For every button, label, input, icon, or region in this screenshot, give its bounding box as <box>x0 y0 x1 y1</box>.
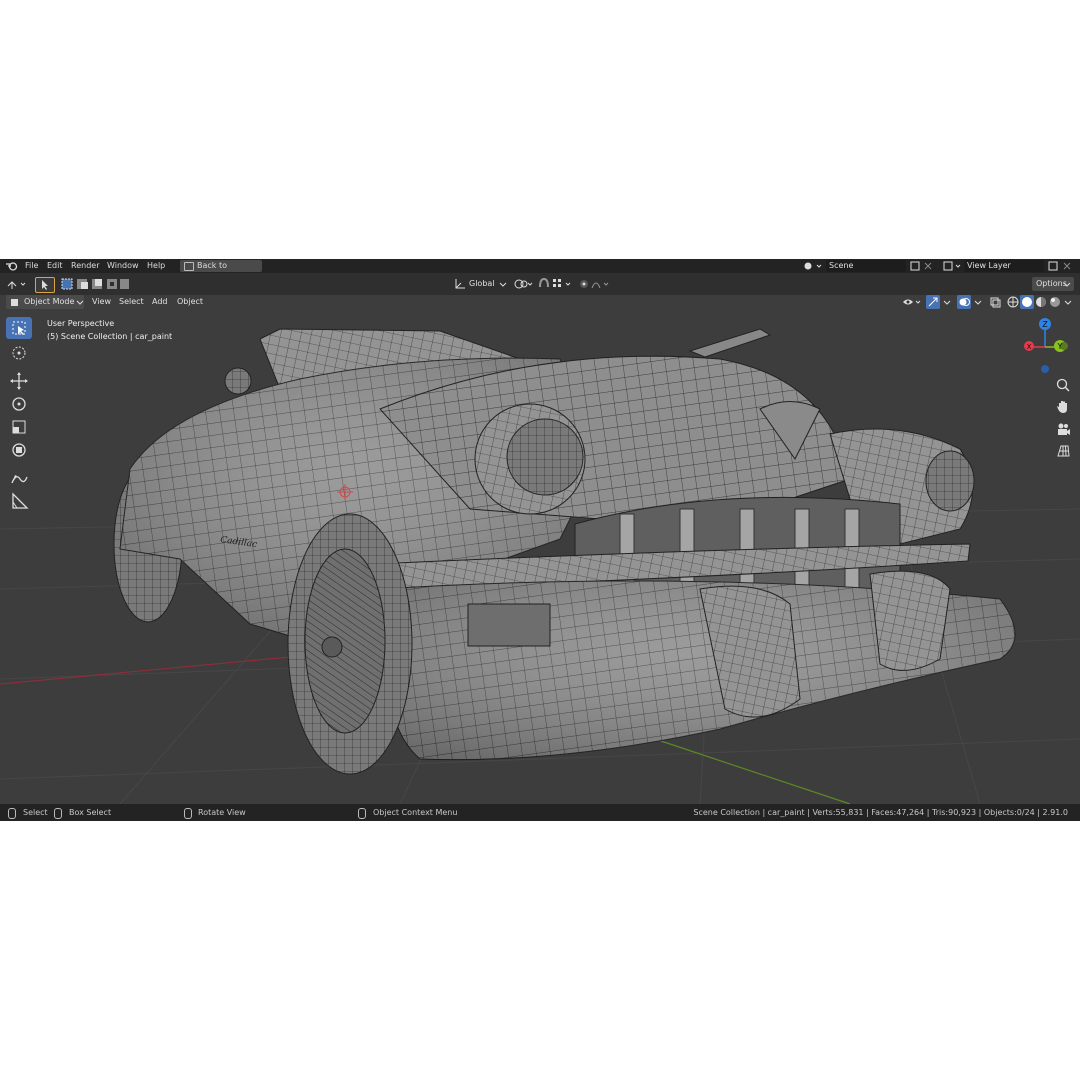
camera-icon <box>1058 423 1070 435</box>
gizmo-y-label: Y <box>1057 342 1063 351</box>
select-tool[interactable] <box>6 317 32 339</box>
object-mode-dropdown[interactable]: Object Mode <box>6 295 84 309</box>
viewport-header: Object Mode View Select Add Object <box>0 295 1080 309</box>
cursor-icon <box>12 346 26 360</box>
transform-icon <box>12 443 26 457</box>
cursor-tool[interactable] <box>6 342 32 364</box>
move-icon <box>10 372 28 390</box>
gizmo-x-label: X <box>1027 343 1032 351</box>
transform-tool[interactable] <box>6 439 32 461</box>
overlay-toggle[interactable] <box>957 295 971 309</box>
mouse-left-icon <box>8 808 16 819</box>
top-menu-bar: File Edit Render Window Help Back to Pre… <box>0 259 1080 282</box>
transform-orientation-icon <box>455 279 465 289</box>
hand-icon <box>1057 401 1067 413</box>
y-axis-line <box>639 733 851 805</box>
rotate-tool[interactable] <box>6 393 32 415</box>
scene-new-icon[interactable] <box>910 261 936 271</box>
rotate-icon <box>12 397 26 411</box>
move-tool[interactable] <box>6 370 32 392</box>
perspective-label: User Perspective <box>47 319 115 328</box>
scene-field[interactable]: Scene <box>826 260 906 272</box>
transform-orientation-value[interactable]: Global <box>469 277 495 291</box>
zoom-button[interactable] <box>1054 376 1072 394</box>
collection-label: (5) Scene Collection | car_paint <box>47 332 173 341</box>
menu-help[interactable]: Help <box>147 259 165 273</box>
status-context-menu: Object Context Menu <box>373 808 458 817</box>
object-mode-icon <box>11 299 18 306</box>
cursor-arrow-icon <box>42 280 48 290</box>
navigation-gizmo[interactable]: Z Y X <box>1018 317 1074 377</box>
shading-render-icon[interactable] <box>1048 295 1062 309</box>
back-to-previous-button[interactable]: Back to Previous <box>180 260 262 282</box>
back-icon <box>184 262 194 271</box>
menu-view[interactable]: View <box>92 295 111 309</box>
overlay-icon <box>959 298 970 306</box>
annotate-tool[interactable] <box>6 467 32 489</box>
mouse-left-icon <box>54 808 62 819</box>
view-layer-name: View Layer <box>967 261 1011 270</box>
annotate-icon <box>11 475 28 484</box>
blender-logo[interactable] <box>6 261 18 271</box>
select-tool-icon <box>12 321 26 335</box>
gizmo-icon <box>928 297 938 307</box>
scale-icon <box>12 420 26 434</box>
zoom-icon <box>1056 378 1070 392</box>
menu-add[interactable]: Add <box>152 295 168 309</box>
blender-window: Cadillac User Perspective (5) Scene Coll… <box>0 259 1080 821</box>
pan-button[interactable] <box>1054 398 1072 416</box>
selection-mode-icons <box>61 278 129 290</box>
menu-render[interactable]: Render <box>71 259 99 273</box>
overlay-dropdown-icon[interactable] <box>972 295 984 309</box>
selection-mode-group[interactable] <box>60 277 130 291</box>
camera-view-button[interactable] <box>1054 420 1072 438</box>
visibility-icon[interactable] <box>900 295 924 309</box>
object-mode-label: Object Mode <box>24 297 75 306</box>
mouse-right-icon <box>358 808 366 819</box>
tool-header: Global Options <box>0 273 1080 295</box>
menu-object[interactable]: Object <box>177 295 203 309</box>
measure-tool[interactable] <box>6 490 32 512</box>
status-select: Select <box>23 808 48 817</box>
scene-icon[interactable] <box>803 261 823 271</box>
view-layer-field[interactable]: View Layer <box>964 260 1044 272</box>
mouse-middle-icon <box>184 808 192 819</box>
gizmo-toggle[interactable] <box>926 295 940 309</box>
scene-statistics: Scene Collection | car_paint | Verts:55,… <box>693 808 1068 817</box>
menu-edit[interactable]: Edit <box>47 259 63 273</box>
scene-name: Scene <box>829 261 854 270</box>
status-rotate-view: Rotate View <box>198 808 246 817</box>
editor-type-icon[interactable] <box>6 277 28 291</box>
proportional-icon[interactable] <box>578 276 614 292</box>
measure-icon <box>12 492 29 509</box>
menu-file[interactable]: File <box>25 259 38 273</box>
menu-window[interactable]: Window <box>107 259 139 273</box>
chevron-down-icon <box>1063 282 1071 287</box>
shading-wire-icon[interactable] <box>1006 295 1020 309</box>
snap-target-icon[interactable] <box>551 276 575 292</box>
menu-select[interactable]: Select <box>119 295 144 309</box>
select-mode-button[interactable] <box>35 277 55 293</box>
shading-dropdown-icon[interactable] <box>1062 295 1074 309</box>
shading-solid-icon[interactable] <box>1020 295 1034 309</box>
chevron-down-icon <box>76 300 84 305</box>
gizmo-z-label: Z <box>1042 320 1048 329</box>
shading-material-icon[interactable] <box>1034 295 1048 309</box>
view-layer-icon[interactable] <box>943 261 963 271</box>
ortho-toggle-button[interactable] <box>1054 442 1072 460</box>
snap-icon[interactable] <box>537 276 551 292</box>
options-dropdown[interactable]: Options <box>1032 277 1074 291</box>
view-layer-new-icon[interactable] <box>1048 261 1076 271</box>
orientation-dropdown-icon[interactable] <box>498 277 508 291</box>
scale-tool[interactable] <box>6 416 32 438</box>
gizmo-dropdown-icon[interactable] <box>941 295 953 309</box>
status-bar: Select Box Select Rotate View Object Con… <box>0 804 1080 821</box>
status-box-select: Box Select <box>69 808 112 817</box>
pivot-point-icon[interactable] <box>513 276 535 292</box>
car-mesh <box>113 328 1016 775</box>
xray-icon[interactable] <box>988 295 1002 309</box>
3d-viewport[interactable]: Cadillac User Perspective (5) Scene Coll… <box>0 259 1080 805</box>
grid-icon <box>1057 445 1070 457</box>
axis-gizmo[interactable]: Z Y X <box>1018 317 1074 377</box>
